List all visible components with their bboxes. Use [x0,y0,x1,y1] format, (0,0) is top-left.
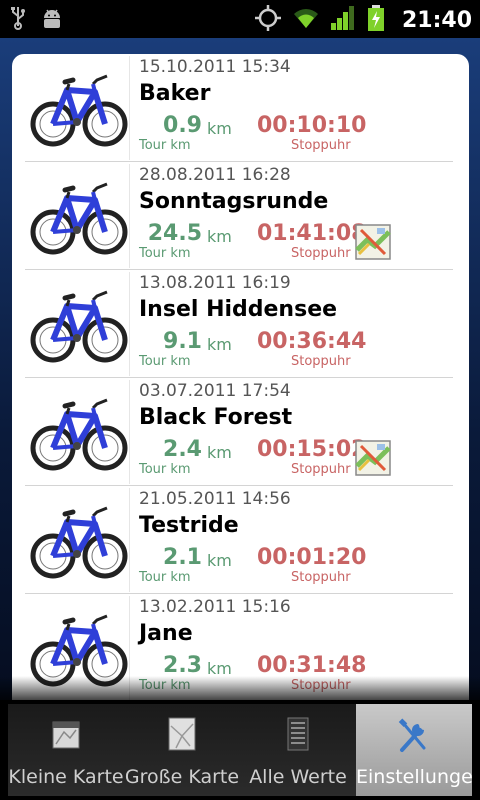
small-map-icon [50,716,82,752]
tour-distance-unit: km [207,227,232,246]
tour-distance-unit: km [207,335,232,354]
tour-list[interactable]: 15.10.2011 15:34 Baker 0.9 km Tour km 00… [12,54,469,700]
tour-distance: 2.4 [163,437,202,462]
tab-grosse-karte[interactable]: Große Karte [124,704,240,796]
bicycle-icon [30,182,128,255]
tour-duration-label: Stoppuhr [291,246,351,261]
tour-row[interactable]: 13.02.2011 15:16 Jane 2.3 km Tour km 00:… [12,594,469,700]
tour-duration-label: Stoppuhr [291,138,351,153]
route-map-icon[interactable] [355,440,391,476]
tour-name: Insel Hiddensee [139,297,338,322]
status-bar: 21:40 [0,0,480,38]
tour-distance: 2.1 [163,545,202,570]
tour-distance-label: Tour km [139,678,191,693]
tour-duration-label: Stoppuhr [291,678,351,693]
tour-name: Jane [139,621,193,646]
bike-thumbnail [25,164,130,268]
tour-row[interactable]: 28.08.2011 16:28 Sonntagsrunde 24.5 km T… [12,162,469,270]
bike-thumbnail [25,488,130,592]
tour-distance-label: Tour km [139,354,191,369]
tour-duration: 01:41:08 [257,221,367,246]
bike-thumbnail [25,380,130,484]
tour-name: Baker [139,81,211,106]
tab-label: Kleine Karte [8,766,124,788]
tour-distance-label: Tour km [139,138,191,153]
tour-duration: 00:36:44 [257,329,367,354]
bicycle-icon [30,74,128,147]
tour-date: 28.08.2011 16:28 [139,165,291,185]
battery-charging-icon [366,4,386,36]
large-map-icon [166,716,198,752]
tab-alle-werte[interactable]: Alle Werte [240,704,356,796]
bottom-tab-bar: Kleine Karte Große Karte Alle Werte Eins… [0,700,480,800]
tour-duration-label: Stoppuhr [291,462,351,477]
tour-distance: 9.1 [163,329,202,354]
tour-duration: 00:01:20 [257,545,367,570]
tour-duration: 00:31:48 [257,653,367,678]
tab-label: Alle Werte [249,766,347,788]
tour-distance-label: Tour km [139,462,191,477]
wifi-icon [292,6,320,34]
tour-date: 21.05.2011 14:56 [139,489,291,509]
bike-thumbnail [25,596,130,700]
settings-tools-icon [398,716,430,752]
tab-label: Große Karte [124,766,240,788]
tour-name: Testride [139,513,239,538]
tour-row[interactable]: 15.10.2011 15:34 Baker 0.9 km Tour km 00… [12,54,469,162]
tour-distance: 2.3 [163,653,202,678]
tour-duration: 00:15:02 [257,437,367,462]
tour-duration-label: Stoppuhr [291,570,351,585]
route-map-icon[interactable] [355,224,391,260]
tour-duration-label: Stoppuhr [291,354,351,369]
tour-distance: 24.5 [147,221,202,246]
tour-duration: 00:10:10 [257,113,367,138]
tour-date: 13.08.2011 16:19 [139,273,291,293]
signal-icon [330,5,356,35]
tour-name: Black Forest [139,405,293,430]
tour-distance-unit: km [207,659,232,678]
bicycle-icon [30,506,128,579]
tour-row[interactable]: 03.07.2011 17:54 Black Forest 2.4 km Tou… [12,378,469,486]
status-time: 21:40 [401,7,472,33]
tab-kleine-karte[interactable]: Kleine Karte [8,704,124,796]
tour-distance-label: Tour km [139,246,191,261]
bicycle-icon [30,398,128,471]
gps-icon [254,4,282,36]
tour-date: 03.07.2011 17:54 [139,381,291,401]
usb-icon [10,6,26,34]
tour-distance-unit: km [207,119,232,138]
tour-date: 13.02.2011 15:16 [139,597,291,617]
tour-name: Sonntagsrunde [139,189,329,214]
tour-row[interactable]: 21.05.2011 14:56 Testride 2.1 km Tour km… [12,486,469,594]
all-values-icon [282,716,314,752]
tour-distance-unit: km [207,443,232,462]
bike-thumbnail [25,56,130,160]
tab-label: Einstellungen [356,766,472,788]
tour-date: 15.10.2011 15:34 [139,57,291,77]
tour-distance-label: Tour km [139,570,191,585]
tab-einstellungen[interactable]: Einstellungen [356,704,472,796]
tour-distance-unit: km [207,551,232,570]
bicycle-icon [30,614,128,687]
tour-distance: 0.9 [163,113,202,138]
android-debug-icon [40,6,64,34]
tour-row[interactable]: 13.08.2011 16:19 Insel Hiddensee 9.1 km … [12,270,469,378]
bicycle-icon [30,290,128,363]
bike-thumbnail [25,272,130,376]
